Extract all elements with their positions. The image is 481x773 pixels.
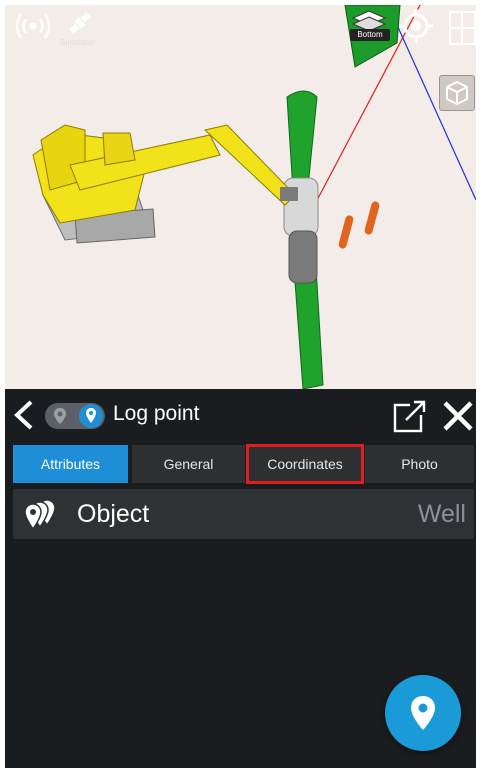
scene-render — [32, 5, 476, 389]
tab-photo[interactable]: Photo — [365, 445, 474, 483]
panel-header: Log point — [5, 389, 476, 441]
tab-general[interactable]: General — [132, 445, 245, 483]
pin-mode-toggle[interactable] — [45, 403, 105, 429]
back-chevron-icon[interactable] — [11, 399, 37, 431]
window-tile-icon[interactable] — [449, 11, 476, 45]
locate-target-icon[interactable] — [399, 9, 433, 43]
pin-on-icon — [86, 408, 96, 423]
object-row[interactable]: Object Well — [13, 489, 474, 539]
map-pin-icon — [411, 696, 435, 730]
cube-view-button[interactable] — [439, 75, 475, 111]
close-icon[interactable] — [441, 399, 475, 433]
object-value: Well — [417, 500, 466, 528]
signal-broadcast-icon[interactable] — [15, 11, 51, 41]
toggle-knob — [79, 404, 103, 428]
3d-viewport[interactable]: Simulator Bottom — [5, 5, 476, 389]
add-point-fab[interactable] — [385, 675, 461, 751]
layer-bottom-button[interactable]: Bottom — [350, 29, 390, 41]
popout-icon[interactable] — [393, 399, 427, 433]
stacked-pins-icon — [24, 499, 56, 531]
tab-coordinates[interactable]: Coordinates — [246, 444, 364, 484]
tab-attributes[interactable]: Attributes — [13, 445, 128, 483]
cube-view-icon — [446, 80, 468, 106]
app-frame: Simulator Bottom Log point Attributes Ge… — [5, 5, 476, 768]
object-label: Object — [77, 500, 150, 528]
pin-off-icon — [54, 408, 66, 424]
satellite-icon[interactable] — [65, 8, 95, 38]
tab-bar: Attributes General Coordinates Photo — [13, 444, 474, 484]
simulator-label: Simulator — [60, 38, 96, 47]
panel-title: Log point — [113, 402, 200, 425]
